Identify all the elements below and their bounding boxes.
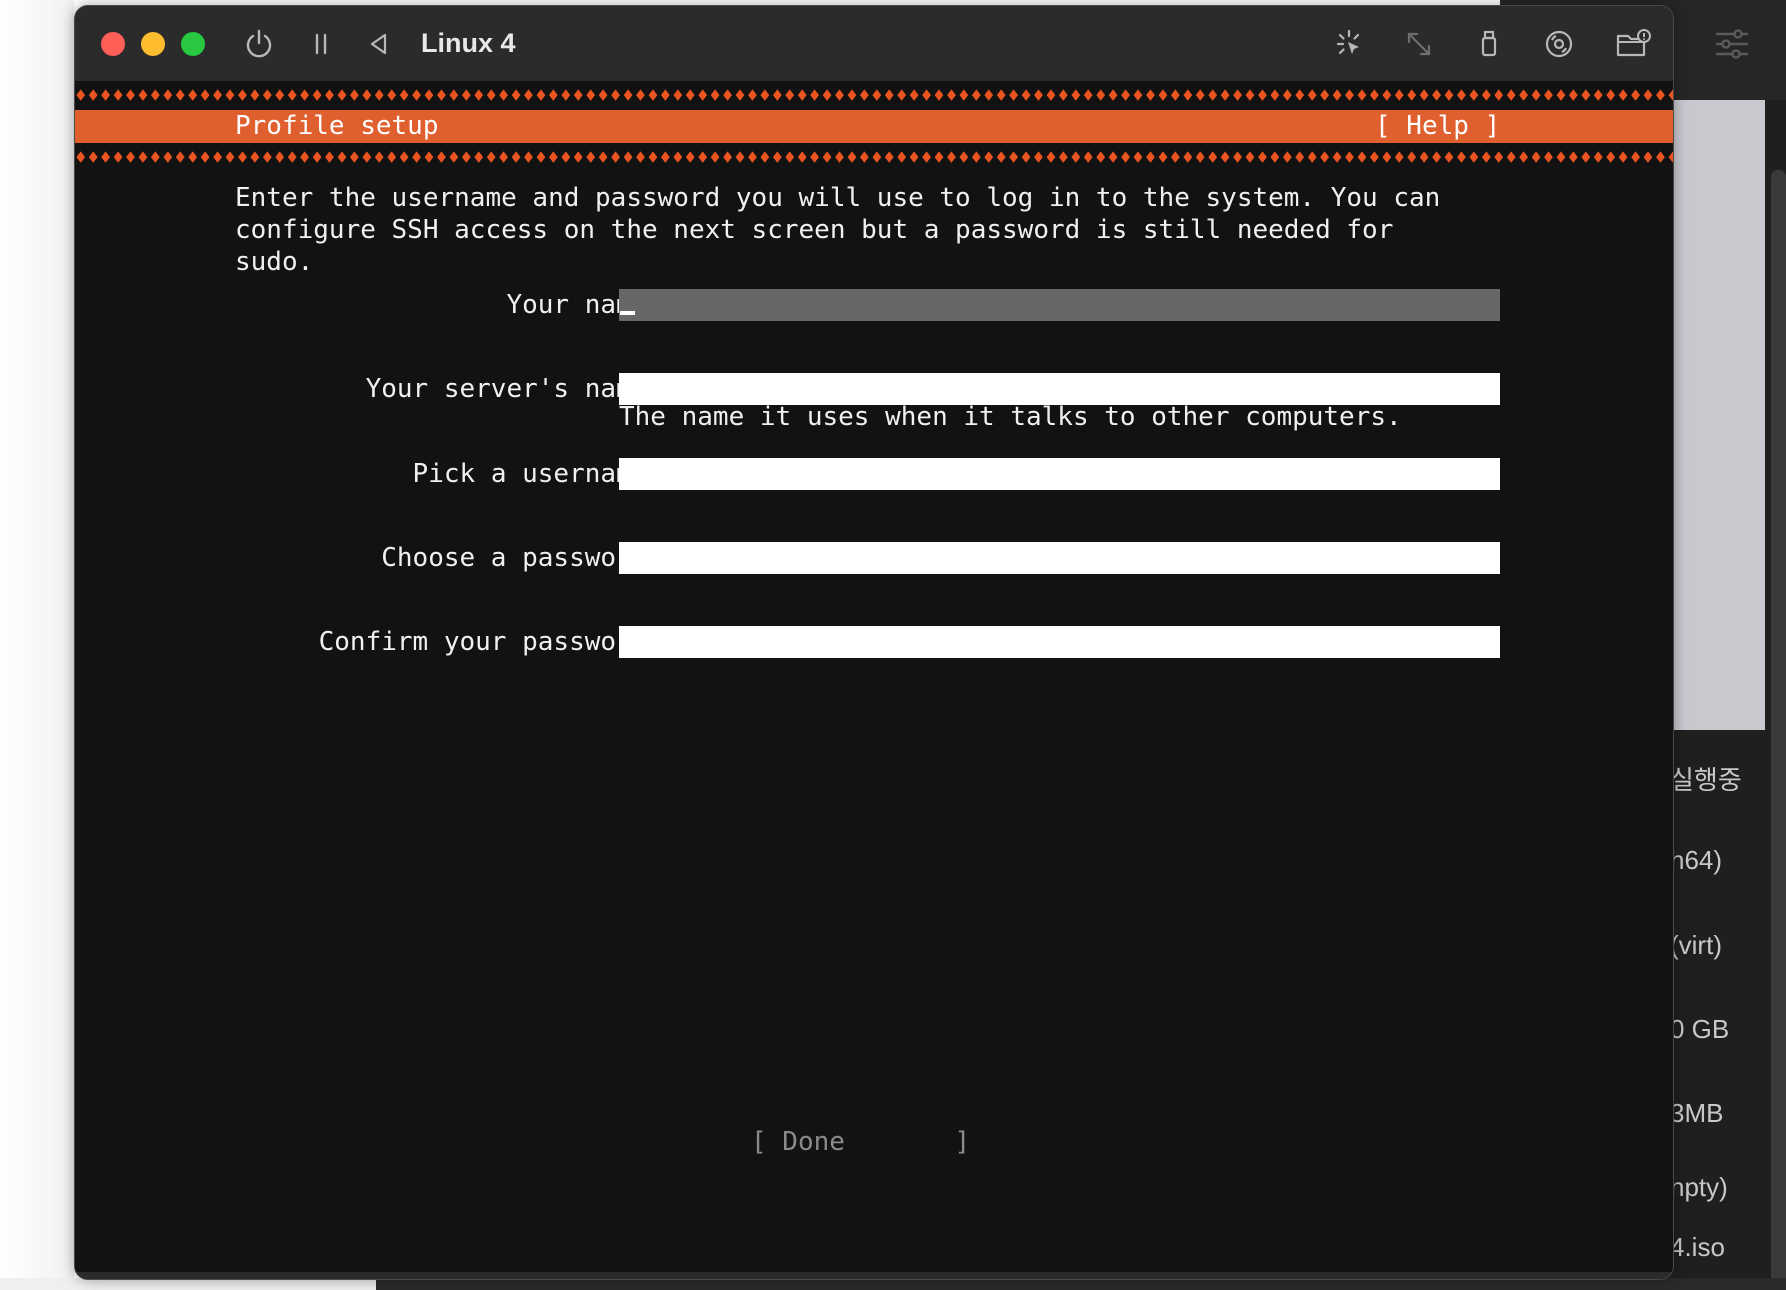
host-app-preview: [1660, 100, 1765, 730]
side-info-iso: 4.iso: [1670, 1232, 1725, 1262]
side-info-status: 실행중: [1670, 765, 1742, 795]
usb-icon[interactable]: [1473, 28, 1505, 60]
window-bottom-bar: [75, 1272, 1673, 1279]
side-info-disk: 0 GB: [1670, 1014, 1730, 1044]
close-window-button[interactable]: [101, 32, 125, 56]
done-button[interactable]: [ Done ]: [751, 1126, 970, 1158]
side-info-arch: h64): [1670, 845, 1723, 875]
text-cursor: [620, 311, 635, 315]
pointer-capture-icon[interactable]: [1333, 28, 1365, 60]
header-border-bottom: ♦♦♦♦♦♦♦♦♦♦♦♦♦♦♦♦♦♦♦♦♦♦♦♦♦♦♦♦♦♦♦♦♦♦♦♦♦♦♦♦…: [75, 147, 1673, 169]
page-title: Profile setup: [235, 111, 439, 141]
minimize-window-button[interactable]: [141, 32, 165, 56]
confirm-password-input[interactable]: [619, 626, 1500, 658]
password-input[interactable]: [619, 542, 1500, 574]
back-icon[interactable]: [363, 28, 395, 60]
installer-screen: ♦♦♦♦♦♦♦♦♦♦♦♦♦♦♦♦♦♦♦♦♦♦♦♦♦♦♦♦♦♦♦♦♦♦♦♦♦♦♦♦…: [75, 82, 1673, 1272]
desktop-background-left: [0, 0, 74, 1290]
power-icon[interactable]: [243, 28, 275, 60]
header-bar: Profile setup [ Help ]: [75, 110, 1673, 143]
side-info-memory: 3MB: [1670, 1098, 1724, 1128]
confirm-password-label: Confirm your password:: [318, 627, 663, 657]
window-titlebar: Linux 4: [75, 6, 1673, 82]
shared-folder-icon[interactable]: [1615, 28, 1651, 60]
resize-icon[interactable]: [1403, 28, 1435, 60]
pause-icon[interactable]: [305, 28, 337, 60]
disc-icon[interactable]: [1543, 28, 1575, 60]
vm-window: Linux 4 ♦♦♦♦♦♦♦♦♦♦♦♦♦♦♦♦♦♦♦♦♦♦♦♦♦♦♦♦♦♦♦♦…: [74, 5, 1674, 1280]
header-border-top: ♦♦♦♦♦♦♦♦♦♦♦♦♦♦♦♦♦♦♦♦♦♦♦♦♦♦♦♦♦♦♦♦♦♦♦♦♦♦♦♦…: [75, 85, 1673, 107]
side-info-drive: npty): [1670, 1172, 1728, 1202]
help-button[interactable]: [ Help ]: [1375, 110, 1500, 143]
username-input[interactable]: [619, 458, 1500, 490]
intro-text: Enter the username and password you will…: [235, 183, 1441, 277]
settings-sliders-icon[interactable]: [1714, 28, 1750, 60]
window-title: Linux 4: [421, 28, 516, 58]
your-name-input[interactable]: [619, 289, 1500, 321]
side-info-machine: (virt): [1670, 930, 1722, 960]
server-name-hint: The name it uses when it talks to other …: [619, 402, 1402, 432]
zoom-window-button[interactable]: [181, 32, 205, 56]
